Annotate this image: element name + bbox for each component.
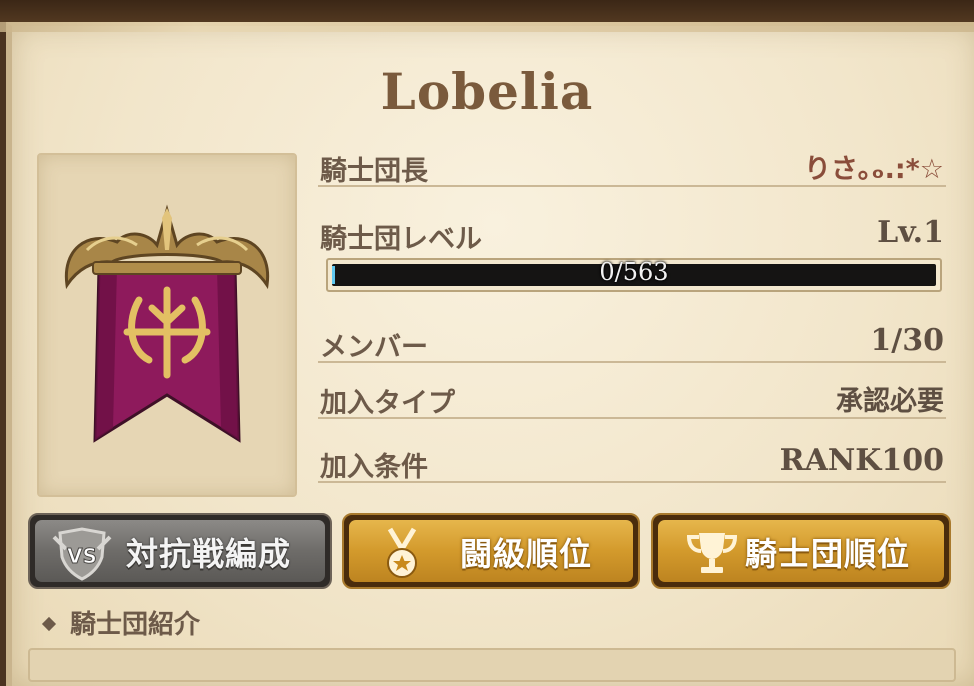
join-type-row: 加入タイプ 承認必要 <box>318 377 946 419</box>
level-row: 騎士団レベル Lv.1 <box>318 213 946 255</box>
emblem-panel <box>37 153 297 497</box>
guild-intro-box <box>28 648 956 682</box>
diamond-bullet-icon <box>41 616 57 632</box>
leader-label: 騎士団長 <box>320 156 428 187</box>
leader-name[interactable]: りさ｡ₒ.:*☆ <box>804 147 944 186</box>
members-label: メンバー <box>320 332 428 363</box>
join-condition-row: 加入条件 RANK100 <box>318 441 946 483</box>
battle-rank-label: 闘級順位 <box>460 535 593 573</box>
guild-intro-heading: 騎士団紹介 <box>41 604 201 641</box>
level-label: 騎士団レベル <box>320 224 482 255</box>
xp-progress-bar: 0/563 <box>326 258 942 292</box>
join-condition-label: 加入条件 <box>320 452 428 483</box>
guild-intro-title: 騎士団紹介 <box>70 610 201 640</box>
parchment-edge <box>0 22 974 32</box>
battle-rank-button[interactable]: 闘級順位 <box>342 513 640 589</box>
leader-row: 騎士団長 りさ｡ₒ.:*☆ <box>318 145 946 187</box>
vs-shield-icon: VS <box>52 527 112 581</box>
versus-formation-label: 対抗戦編成 <box>126 535 292 573</box>
members-row: メンバー 1/30 <box>318 321 946 363</box>
join-condition-value: RANK100 <box>779 443 944 478</box>
members-value: 1/30 <box>870 323 944 358</box>
guild-rank-label: 騎士団順位 <box>745 535 911 573</box>
guild-name: Lobelia <box>380 62 594 121</box>
guild-rank-button[interactable]: 騎士団順位 <box>651 513 951 589</box>
join-type-label: 加入タイプ <box>320 388 455 419</box>
xp-text: 0/563 <box>599 258 669 286</box>
medal-icon <box>387 527 417 578</box>
trophy-icon <box>686 533 738 573</box>
guild-banner-emblem <box>64 204 270 443</box>
join-type-value: 承認必要 <box>836 386 944 417</box>
versus-formation-button[interactable]: VS 対抗戦編成 <box>28 513 332 589</box>
level-value: Lv.1 <box>877 215 944 250</box>
svg-text:VS: VS <box>67 544 97 568</box>
